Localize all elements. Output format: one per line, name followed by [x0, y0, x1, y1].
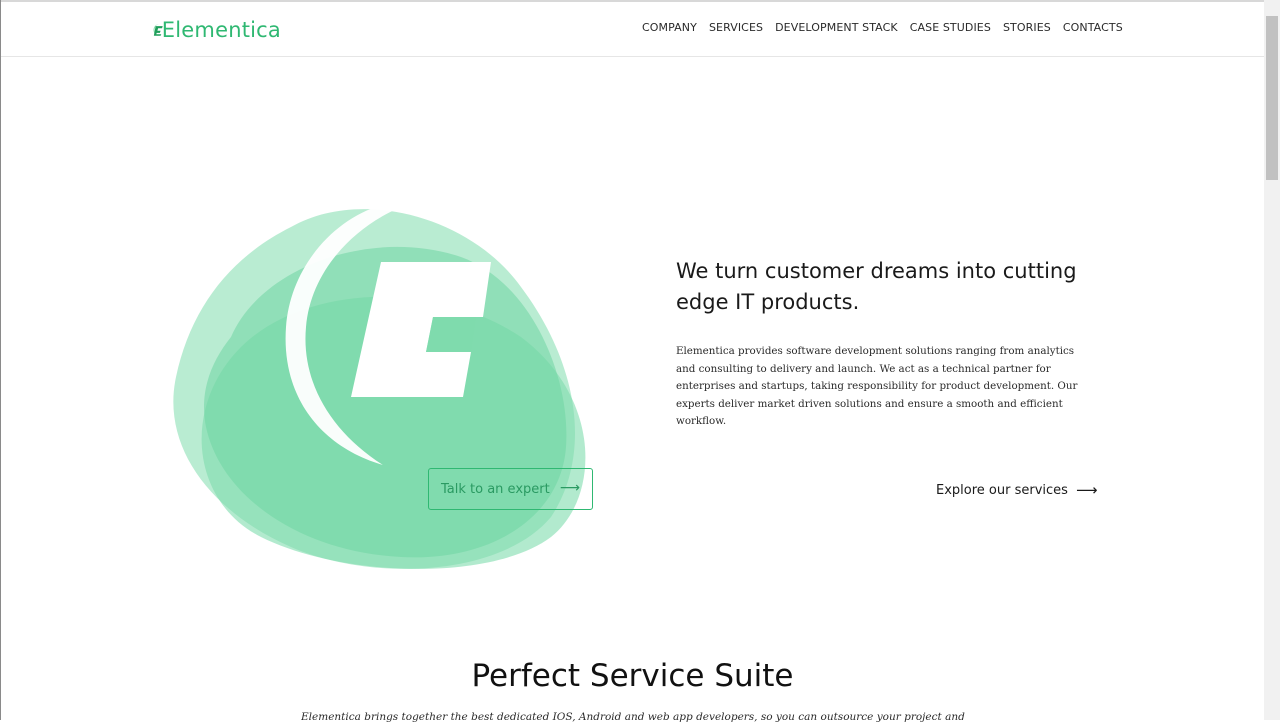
vertical-scrollbar[interactable]	[1264, 0, 1280, 720]
page: Elementica COMPANY SERVICES DEVELOPMENT …	[1, 2, 1264, 723]
arrow-right-icon: ⟶	[1075, 481, 1098, 499]
nav-item-development-stack[interactable]: DEVELOPMENT STACK	[775, 21, 898, 34]
section-title: Perfect Service Suite	[471, 658, 794, 694]
explore-services-link[interactable]: Explore our services ⟶	[936, 481, 1097, 499]
scrollbar-thumb[interactable]	[1266, 16, 1278, 180]
hero-logo-illustration	[173, 199, 586, 569]
explore-services-label: Explore our services	[936, 482, 1068, 498]
nav-item-company[interactable]: COMPANY	[642, 21, 697, 34]
arrow-right-icon: ⟶	[559, 480, 580, 496]
nav-item-case-studies[interactable]: CASE STUDIES	[910, 21, 991, 34]
logo-link[interactable]: Elementica	[151, 10, 281, 50]
nav-item-contacts[interactable]: CONTACTS	[1063, 21, 1123, 34]
site-header: Elementica COMPANY SERVICES DEVELOPMENT …	[1, 2, 1264, 57]
main-nav: COMPANY SERVICES DEVELOPMENT STACK CASE …	[642, 21, 1135, 34]
nav-item-stories[interactable]: STORIES	[1003, 21, 1051, 34]
hero-title: We turn customer dreams into cutting edg…	[676, 259, 1077, 314]
logo-text: Elementica	[161, 18, 281, 42]
talk-to-expert-label: Talk to an expert	[441, 481, 550, 497]
talk-to-expert-button[interactable]: Talk to an expert ⟶	[428, 468, 593, 510]
nav-item-services[interactable]: SERVICES	[709, 21, 763, 34]
hero-description: Elementica provides software development…	[676, 345, 1078, 428]
section-description: Elementica brings together the best dedi…	[301, 711, 965, 723]
